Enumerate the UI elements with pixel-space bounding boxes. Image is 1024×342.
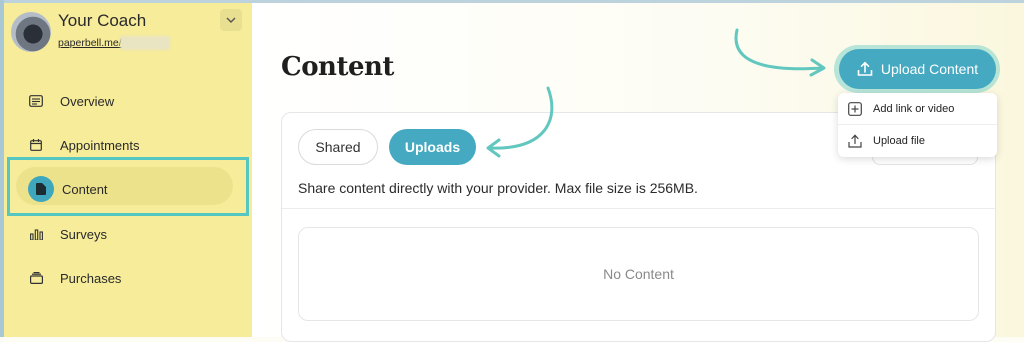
coach-profile-link[interactable]: paperbell.me/ [58,37,122,49]
document-icon [28,176,54,202]
sidebar-item-label: Appointments [60,137,140,153]
sidebar-item-label: Content [62,181,108,197]
upload-icon [857,61,873,77]
tab-uploads[interactable]: Uploads [389,129,476,165]
upload-dropdown-menu: Add link or video Upload file [838,93,997,157]
upload-description: Share content directly with your provide… [298,180,698,196]
menu-item-label: Add link or video [873,102,955,115]
avatar [11,12,51,52]
upload-icon [848,133,864,148]
page-title: Content [281,52,394,82]
upload-content-button[interactable]: Upload Content [839,49,996,89]
menu-item-add-link[interactable]: Add link or video [838,93,997,124]
list-icon [28,93,44,109]
divider [282,208,995,209]
menu-item-upload-file[interactable]: Upload file [838,125,997,156]
stack-icon [28,270,44,286]
sidebar-item-label: Overview [60,93,115,109]
sidebar-item-overview[interactable]: Overview [28,87,114,115]
sidebar-item-surveys[interactable]: Surveys [28,220,107,248]
tab-shared[interactable]: Shared [298,129,378,165]
sidebar-item-label-content: Content [62,175,108,203]
empty-state: No Content [298,227,979,321]
sidebar-item-appointments[interactable]: Appointments [28,131,140,159]
upload-button-label: Upload Content [880,61,979,77]
menu-item-label: Upload file [873,134,925,147]
empty-state-text: No Content [603,266,674,282]
bar-chart-icon [28,226,44,242]
chevron-down-icon [226,17,236,23]
sidebar-item-label: Surveys [60,226,107,242]
sidebar-item-purchases[interactable]: Purchases [28,264,121,292]
coach-name: Your Coach [58,11,147,30]
calendar-icon [28,137,44,153]
account-menu-button[interactable] [220,9,242,31]
redacted-slug [120,36,170,50]
plus-square-icon [848,101,864,116]
sidebar-item-label: Purchases [60,270,122,286]
